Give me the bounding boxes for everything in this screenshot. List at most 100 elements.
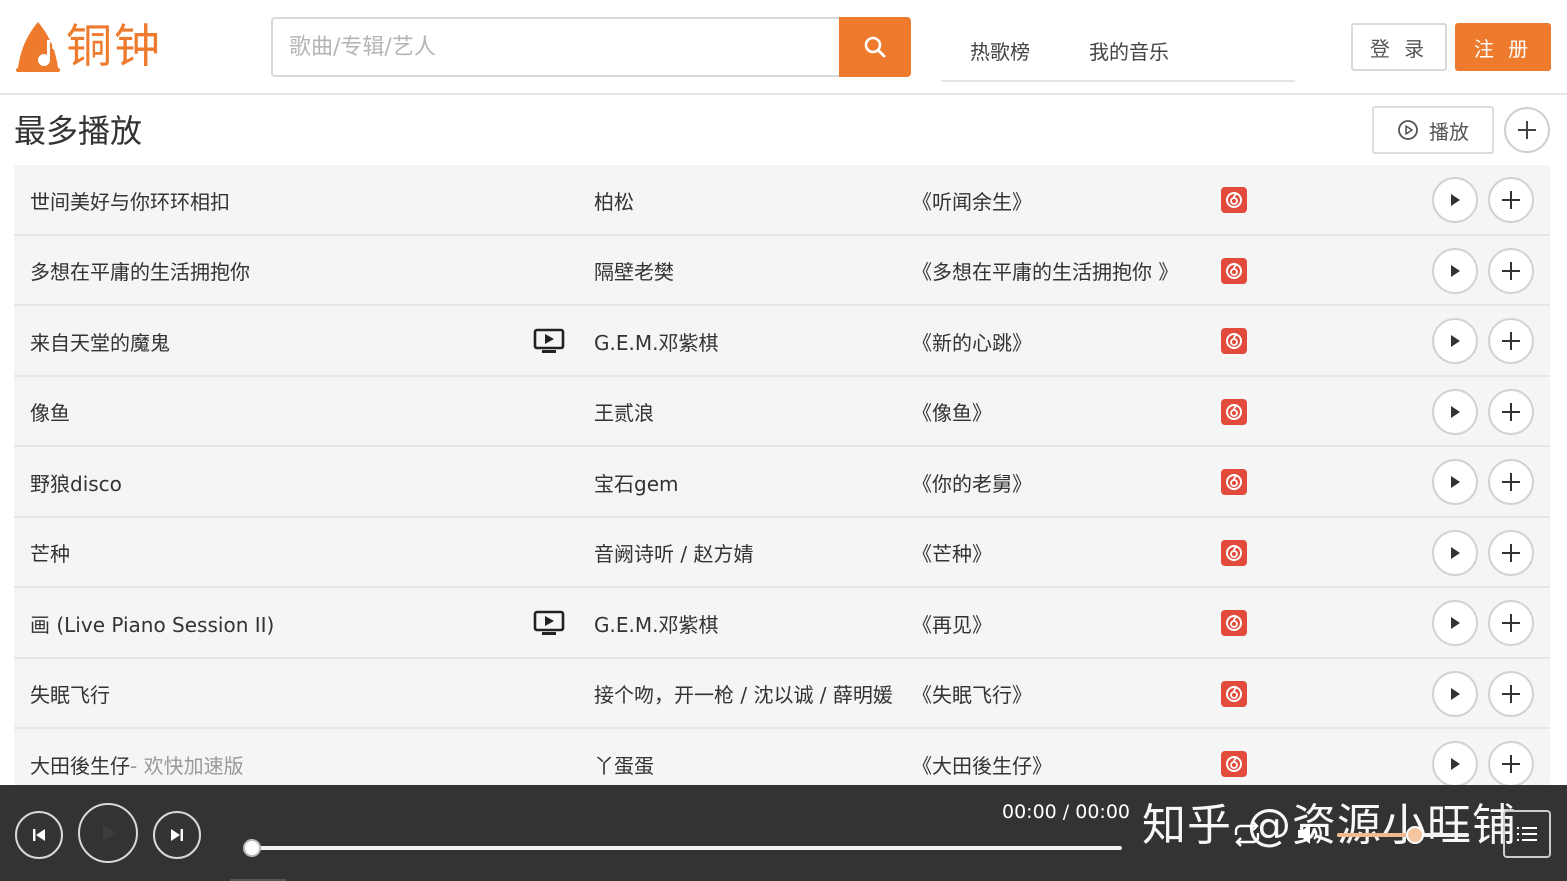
song-add-button[interactable] [1488, 377, 1534, 447]
netease-music-icon [1221, 539, 1247, 566]
netease-source[interactable] [1221, 659, 1247, 729]
login-button[interactable]: 登 录 [1351, 23, 1447, 71]
song-add-button[interactable] [1488, 447, 1534, 517]
netease-music-icon [1221, 610, 1247, 636]
song-artist[interactable]: G.E.M.邓紫棋 [594, 306, 718, 376]
song-album[interactable]: 《大田後生仔》 [912, 729, 1052, 785]
netease-music-icon [1221, 680, 1247, 707]
song-play-button[interactable] [1432, 588, 1478, 658]
song-row[interactable]: 野狼disco 宝石gem 《你的老舅》 [14, 447, 1550, 518]
song-row[interactable]: 世间美好与你环环相扣 柏松 《听闻余生》 [14, 165, 1550, 236]
song-add-button[interactable] [1488, 236, 1534, 306]
loop-button[interactable] [1232, 821, 1262, 851]
song-title-text: 像鱼 [30, 401, 70, 425]
play-icon [1432, 600, 1478, 646]
netease-source[interactable] [1221, 377, 1247, 447]
play-icon [1432, 670, 1478, 717]
song-add-button[interactable] [1488, 659, 1534, 729]
song-artist[interactable]: 宝石gem [594, 447, 678, 517]
next-track-button[interactable] [153, 811, 201, 859]
song-artist[interactable]: G.E.M.邓紫棋 [594, 588, 718, 658]
register-button[interactable]: 注 册 [1455, 23, 1551, 71]
progress-handle[interactable] [243, 839, 261, 857]
song-artist[interactable]: 柏松 [594, 165, 634, 235]
song-play-button[interactable] [1432, 165, 1478, 235]
song-play-button[interactable] [1432, 447, 1478, 517]
song-title[interactable]: 野狼disco [30, 447, 122, 517]
skip-next-icon [171, 829, 183, 841]
song-album[interactable]: 《新的心跳》 [912, 306, 1032, 376]
volume-fill [1337, 833, 1417, 837]
netease-source[interactable] [1221, 588, 1247, 658]
song-artist[interactable]: 接个吻，开一枪 / 沈以诚 / 薛明媛 [594, 659, 893, 729]
watermark: 知乎 @资源小旺铺 [1142, 800, 1517, 851]
volume-handle[interactable] [1406, 826, 1424, 844]
song-play-button[interactable] [1432, 729, 1478, 785]
previous-track-button[interactable] [15, 811, 63, 859]
song-row[interactable]: 大田後生仔 - 欢快加速版 丫蛋蛋 《大田後生仔》 [14, 729, 1550, 785]
song-title[interactable]: 世间美好与你环环相扣 [30, 165, 230, 235]
plus-icon [1488, 247, 1534, 294]
app-logo[interactable]: 铜钟 [14, 16, 162, 76]
song-play-button[interactable] [1432, 518, 1478, 588]
song-row[interactable]: 芒种 音阙诗听 / 赵方婧 《芒种》 [14, 517, 1550, 588]
song-album[interactable]: 《多想在平庸的生活拥抱你 》 [912, 236, 1178, 306]
playlist-button[interactable] [1503, 810, 1551, 858]
netease-music-icon [1221, 257, 1247, 284]
song-artist[interactable]: 音阙诗听 / 赵方婧 [594, 518, 753, 588]
song-artist[interactable]: 隔壁老樊 [594, 236, 674, 306]
song-artist[interactable]: 王贰浪 [594, 377, 654, 447]
nav-hot-songs[interactable]: 热歌榜 [970, 36, 1030, 65]
song-add-button[interactable] [1488, 588, 1534, 658]
song-album[interactable]: 《再见》 [912, 588, 992, 658]
netease-source[interactable] [1221, 236, 1247, 306]
song-title[interactable]: 大田後生仔 - 欢快加速版 [30, 729, 244, 785]
volume-icon [1298, 824, 1322, 844]
song-play-button[interactable] [1432, 236, 1478, 306]
song-play-button[interactable] [1432, 306, 1478, 376]
song-album[interactable]: 《失眠飞行》 [912, 659, 1032, 729]
play-all-button[interactable]: 播放 [1372, 106, 1494, 154]
song-title[interactable]: 失眠飞行 [30, 659, 110, 729]
song-title-text: 画 (Live Piano Session II) [30, 612, 275, 637]
song-row[interactable]: 多想在平庸的生活拥抱你 隔壁老樊 《多想在平庸的生活拥抱你 》 [14, 235, 1550, 306]
song-play-button[interactable] [1432, 659, 1478, 729]
song-title[interactable]: 多想在平庸的生活拥抱你 [30, 236, 250, 306]
song-row[interactable]: 像鱼 王贰浪 《像鱼》 [14, 376, 1550, 447]
song-artist[interactable]: 丫蛋蛋 [594, 729, 654, 785]
song-row[interactable]: 来自天堂的魔鬼 G.E.M.邓紫棋 《新的心跳》 [14, 306, 1550, 377]
song-album[interactable]: 《芒种》 [912, 518, 992, 588]
volume-slider[interactable] [1337, 833, 1469, 837]
song-play-button[interactable] [1432, 377, 1478, 447]
search-button[interactable] [839, 17, 911, 77]
add-all-button[interactable] [1504, 107, 1550, 153]
song-add-button[interactable] [1488, 518, 1534, 588]
song-title[interactable]: 芒种 [30, 518, 70, 588]
song-album[interactable]: 《你的老舅》 [912, 447, 1032, 517]
song-add-button[interactable] [1488, 306, 1534, 376]
volume-button[interactable] [1295, 821, 1325, 851]
mv-icon[interactable] [532, 306, 566, 376]
song-title[interactable]: 来自天堂的魔鬼 [30, 306, 170, 376]
play-pause-button[interactable] [78, 803, 138, 863]
bell-logo-icon [16, 22, 60, 72]
song-title[interactable]: 画 (Live Piano Session II) [30, 588, 274, 658]
search-input[interactable] [273, 19, 839, 75]
progress-bar[interactable] [252, 846, 1122, 850]
song-title[interactable]: 像鱼 [30, 377, 70, 447]
song-add-button[interactable] [1488, 729, 1534, 785]
nav-my-music[interactable]: 我的音乐 [1089, 36, 1169, 65]
netease-music-icon [1221, 328, 1247, 354]
song-row[interactable]: 画 (Live Piano Session II) G.E.M.邓紫棋 《再见》 [14, 588, 1550, 659]
song-row[interactable]: 失眠飞行 接个吻，开一枪 / 沈以诚 / 薛明媛 《失眠飞行》 [14, 658, 1550, 729]
netease-source[interactable] [1221, 729, 1247, 785]
song-add-button[interactable] [1488, 165, 1534, 235]
netease-source[interactable] [1221, 518, 1247, 588]
netease-source[interactable] [1221, 447, 1247, 517]
mv-icon[interactable] [532, 588, 566, 658]
main-nav: 热歌榜 我的音乐 [941, 20, 1295, 82]
song-album[interactable]: 《像鱼》 [912, 377, 992, 447]
netease-source[interactable] [1221, 306, 1247, 376]
song-album[interactable]: 《听闻余生》 [912, 165, 1032, 235]
netease-source[interactable] [1221, 165, 1247, 235]
